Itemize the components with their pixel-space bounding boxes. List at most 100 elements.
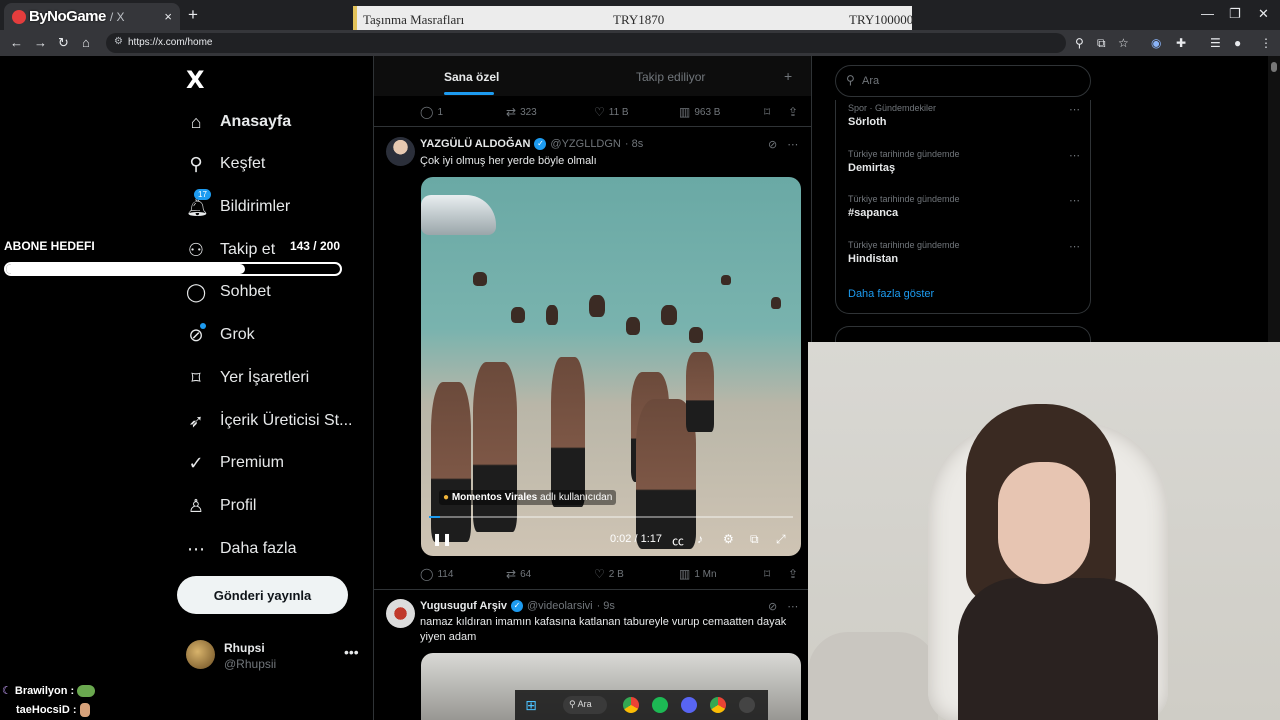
add-feed-icon[interactable]: +	[784, 68, 792, 84]
share-icon[interactable]: ⇪	[788, 105, 798, 119]
video-progress-bar[interactable]	[429, 516, 793, 518]
tweet-time[interactable]: · 8s	[625, 138, 643, 150]
tweet-more-icon[interactable]: ⋯	[787, 600, 798, 613]
tweet-video[interactable]: ● Momentos Virales adlı kullanıcıdan ❚❚ …	[421, 177, 801, 556]
reading-list-icon[interactable]: ☰	[1210, 36, 1221, 50]
trend-item[interactable]: Türkiye tarihinde gündemde #sapanca ⋯	[848, 194, 1084, 219]
install-icon[interactable]: ⧉	[1097, 36, 1106, 51]
avatar	[186, 640, 215, 669]
tweet-author-handle[interactable]: @YZGLLDGN	[550, 138, 620, 150]
volume-icon[interactable]: ♪	[697, 532, 703, 546]
tab-for-you[interactable]: Sana özel	[444, 70, 499, 84]
extensions-puzzle-icon[interactable]: ✚	[1176, 36, 1186, 50]
nav-profile[interactable]: ♙ Profil	[186, 492, 257, 520]
forward-icon[interactable]: →	[34, 35, 47, 50]
nav-grok[interactable]: ⊘ Grok	[186, 321, 255, 349]
address-bar[interactable]: ⚙ https://x.com/home	[106, 33, 1066, 53]
zoom-icon[interactable]: ⚲	[1075, 36, 1084, 50]
account-switcher[interactable]: Rhupsi @Rhupsii •••	[186, 640, 366, 672]
nav-label: Anasayfa	[220, 113, 292, 130]
views-button[interactable]: ▥ 1 Mn	[679, 567, 717, 581]
grok-explain-icon[interactable]: ⊘	[768, 138, 777, 151]
tweet-author-handle[interactable]: @videolarsivi	[527, 600, 593, 612]
restore-icon[interactable]: ❐	[1229, 6, 1241, 22]
reply-icon: ◯	[420, 567, 434, 581]
swimmer	[473, 272, 487, 286]
swimmer	[589, 295, 605, 317]
tweet-author-avatar[interactable]	[386, 599, 415, 628]
window-close-icon[interactable]: ✕	[1258, 6, 1269, 22]
site-info-icon[interactable]: ⚙	[114, 36, 123, 47]
profile-handle: @Rhupsii	[224, 657, 277, 671]
chrome-active-icon[interactable]	[710, 697, 726, 713]
fullscreen-icon[interactable]: ⤢	[776, 532, 786, 547]
captions-icon[interactable]: ㏄	[672, 532, 684, 549]
like-button[interactable]: ♡ 11 B	[594, 105, 629, 119]
search-input[interactable]: ⚲ Ara	[835, 65, 1091, 97]
share-icon[interactable]: ⇪	[788, 567, 798, 581]
reply-button[interactable]: ◯ 1	[420, 105, 443, 119]
nav-explore[interactable]: ⚲ Keşfet	[186, 150, 265, 178]
trend-item[interactable]: Spor · Gündemdekiler Sörloth ⋯	[848, 103, 1084, 128]
tweet-more-icon[interactable]: ⋯	[787, 138, 798, 151]
media-credit[interactable]: ● Momentos Virales adlı kullanıcıdan	[439, 490, 617, 505]
browser-profile-icon[interactable]: ●	[1234, 36, 1241, 50]
taskbar-search[interactable]: ⚲ Ara	[563, 696, 607, 714]
trend-more-icon[interactable]: ⋯	[1069, 240, 1080, 253]
nav-more[interactable]: ⋯ Daha fazla	[186, 535, 297, 563]
extension-icon[interactable]: ◉	[1151, 36, 1161, 50]
trend-item[interactable]: Türkiye tarihinde gündemde Hindistan ⋯	[848, 240, 1084, 265]
chrome-icon[interactable]	[623, 697, 639, 713]
trend-more-icon[interactable]: ⋯	[1069, 194, 1080, 207]
picture-in-picture-icon[interactable]: ⧉	[750, 532, 759, 547]
tweet-author-avatar[interactable]	[386, 137, 415, 166]
webcam-streamer-body	[958, 578, 1158, 720]
tab-title: / X	[109, 9, 125, 24]
post-button[interactable]: Gönderi yayınla	[177, 576, 348, 614]
settings-gear-icon[interactable]: ⚙	[723, 532, 734, 546]
home-button-icon[interactable]: ⌂	[82, 35, 90, 50]
repost-button[interactable]: ⇄ 64	[506, 567, 531, 581]
show-more-link[interactable]: Daha fazla göster	[848, 288, 934, 300]
nav-label: Profil	[220, 497, 257, 514]
minimize-icon[interactable]: —	[1201, 6, 1214, 21]
nav-bookmarks[interactable]: ⌑ Yer İşaretleri	[186, 364, 309, 392]
bookmark-tweet-icon[interactable]: ⌑	[764, 105, 770, 119]
like-button[interactable]: ♡ 2 B	[594, 567, 624, 581]
tab-following[interactable]: Takip ediliyor	[636, 70, 705, 84]
discord-icon[interactable]	[681, 697, 697, 713]
nav-notifications[interactable]: 🔔︎ 17 Bildirimler	[186, 188, 290, 221]
nav-premium[interactable]: ✓ Premium	[186, 449, 284, 477]
windows-start-icon[interactable]: ⊞	[523, 697, 539, 713]
trend-more-icon[interactable]: ⋯	[1069, 103, 1080, 116]
x-logo-icon[interactable]: X	[186, 66, 205, 94]
views-button[interactable]: ▥ 963 B	[679, 105, 720, 119]
account-more-icon[interactable]: •••	[344, 644, 359, 660]
reload-icon[interactable]: ↻	[58, 35, 69, 51]
tweet-actions: ◯ 114 ⇄ 64 ♡ 2 B ▥ 1 Mn ⌑ ⇪	[420, 567, 800, 583]
browser-tab[interactable]: ByNoGame / X ×	[4, 3, 180, 30]
tweet-author-name[interactable]: Yugusuguf Arşiv	[420, 600, 507, 612]
repost-button[interactable]: ⇄ 323	[506, 105, 537, 119]
pause-icon[interactable]: ❚❚	[432, 532, 452, 546]
tab-close-icon[interactable]: ×	[164, 9, 172, 24]
trend-more-icon[interactable]: ⋯	[1069, 149, 1080, 162]
browser-menu-icon[interactable]: ⋮	[1260, 36, 1272, 50]
new-tab-button[interactable]: +	[188, 5, 198, 25]
grok-explain-icon[interactable]: ⊘	[768, 600, 777, 613]
trend-item[interactable]: Türkiye tarihinde gündemde Demirtaş ⋯	[848, 149, 1084, 174]
bookmark-star-icon[interactable]: ☆	[1118, 36, 1129, 50]
tweet-time[interactable]: · 9s	[597, 600, 615, 612]
nav-chat[interactable]: ◯ Sohbet	[186, 278, 271, 306]
spotify-icon[interactable]	[652, 697, 668, 713]
nav-home[interactable]: ⌂ Anasayfa	[186, 108, 292, 136]
back-icon[interactable]: ←	[10, 35, 23, 50]
nav-label: Keşfet	[220, 155, 266, 172]
reply-button[interactable]: ◯ 114	[420, 567, 453, 581]
app-icon[interactable]	[739, 697, 755, 713]
scrollbar-thumb[interactable]	[1271, 62, 1277, 72]
bookmark-tweet-icon[interactable]: ⌑	[764, 567, 770, 581]
beach-person	[686, 352, 714, 432]
tweet-author-name[interactable]: YAZGÜLÜ ALDOĞAN	[420, 138, 530, 150]
nav-creator-studio[interactable]: ➶ İçerik Üreticisi St...	[186, 407, 352, 435]
